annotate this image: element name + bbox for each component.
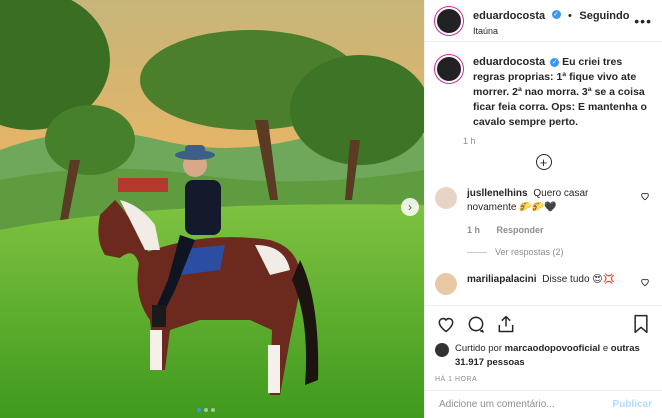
likes-summary: Curtido por marcaodopovooficial e outras… xyxy=(435,342,652,370)
horse-rider-image xyxy=(0,0,424,418)
comment-username[interactable]: mariliapalacini xyxy=(467,274,536,285)
liked-by-username[interactable]: marcaodopovooficial xyxy=(505,343,601,354)
post-photo[interactable]: › xyxy=(0,0,424,418)
carousel-dot xyxy=(204,408,208,412)
caption-time[interactable]: 1 h xyxy=(463,136,652,146)
bookmark-icon[interactable] xyxy=(630,313,652,335)
plus-icon: + xyxy=(539,154,548,170)
carousel-dot xyxy=(197,408,201,412)
verified-icon: ✓ xyxy=(551,9,561,19)
avatar[interactable] xyxy=(435,55,463,83)
caption: eduardocosta ✓ Eu criei tres regras propr… xyxy=(435,55,652,146)
like-comment-icon[interactable] xyxy=(640,191,650,204)
publish-button[interactable]: Publicar xyxy=(613,399,652,410)
list-item: jusllenelhins Quero casar novamente 🌮🌮🖤 … xyxy=(435,187,652,259)
comment-time[interactable]: 1 h xyxy=(467,225,480,235)
carousel-dot xyxy=(211,408,215,412)
post-timestamp[interactable]: HÁ 1 HORA xyxy=(435,376,652,383)
add-comment-bar: Publicar xyxy=(425,390,662,418)
carousel-next-button[interactable]: › xyxy=(401,198,419,216)
post-header: eduardocosta ✓ • Seguindo Itaúna ••• xyxy=(425,0,662,42)
post-side-panel: eduardocosta ✓ • Seguindo Itaúna ••• edu… xyxy=(424,0,662,418)
comment-text: Disse tudo 😍💢 xyxy=(542,274,616,285)
like-comment-icon[interactable] xyxy=(640,277,650,290)
likes-conjunction: e xyxy=(602,343,609,354)
likes-prefix: Curtido por xyxy=(455,343,502,354)
list-item: mariliapalacini Disse tudo 😍💢 xyxy=(435,273,652,295)
post-actions: Curtido por marcaodopovooficial e outras… xyxy=(425,305,662,383)
comment-username[interactable]: jusllenelhins xyxy=(467,188,528,199)
avatar[interactable] xyxy=(435,273,457,295)
chevron-right-icon: › xyxy=(408,200,412,214)
location-link[interactable]: Itaúna xyxy=(473,26,634,36)
comment-icon[interactable] xyxy=(465,313,487,335)
view-replies-label: Ver respostas (2) xyxy=(495,247,564,257)
separator-dot: • xyxy=(568,9,572,22)
load-more-comments-button[interactable]: + xyxy=(535,154,552,170)
heart-icon[interactable] xyxy=(435,313,457,335)
divider xyxy=(467,251,487,253)
following-button[interactable]: Seguindo xyxy=(579,10,629,22)
caption-username[interactable]: eduardocosta xyxy=(473,56,545,68)
comment-input[interactable] xyxy=(439,399,613,410)
comments-list: eduardocosta ✓ Eu criei tres regras propr… xyxy=(425,43,662,303)
view-replies-button[interactable]: Ver respostas (2) xyxy=(467,245,637,259)
carousel-dots xyxy=(197,408,215,412)
share-icon[interactable] xyxy=(495,313,517,335)
reply-button[interactable]: Responder xyxy=(497,225,544,235)
avatar[interactable] xyxy=(435,187,457,209)
verified-icon: ✓ xyxy=(550,57,560,67)
more-options-icon[interactable]: ••• xyxy=(634,13,652,29)
avatar[interactable] xyxy=(435,343,449,357)
author-username[interactable]: eduardocosta xyxy=(473,10,545,22)
avatar[interactable] xyxy=(435,6,463,35)
